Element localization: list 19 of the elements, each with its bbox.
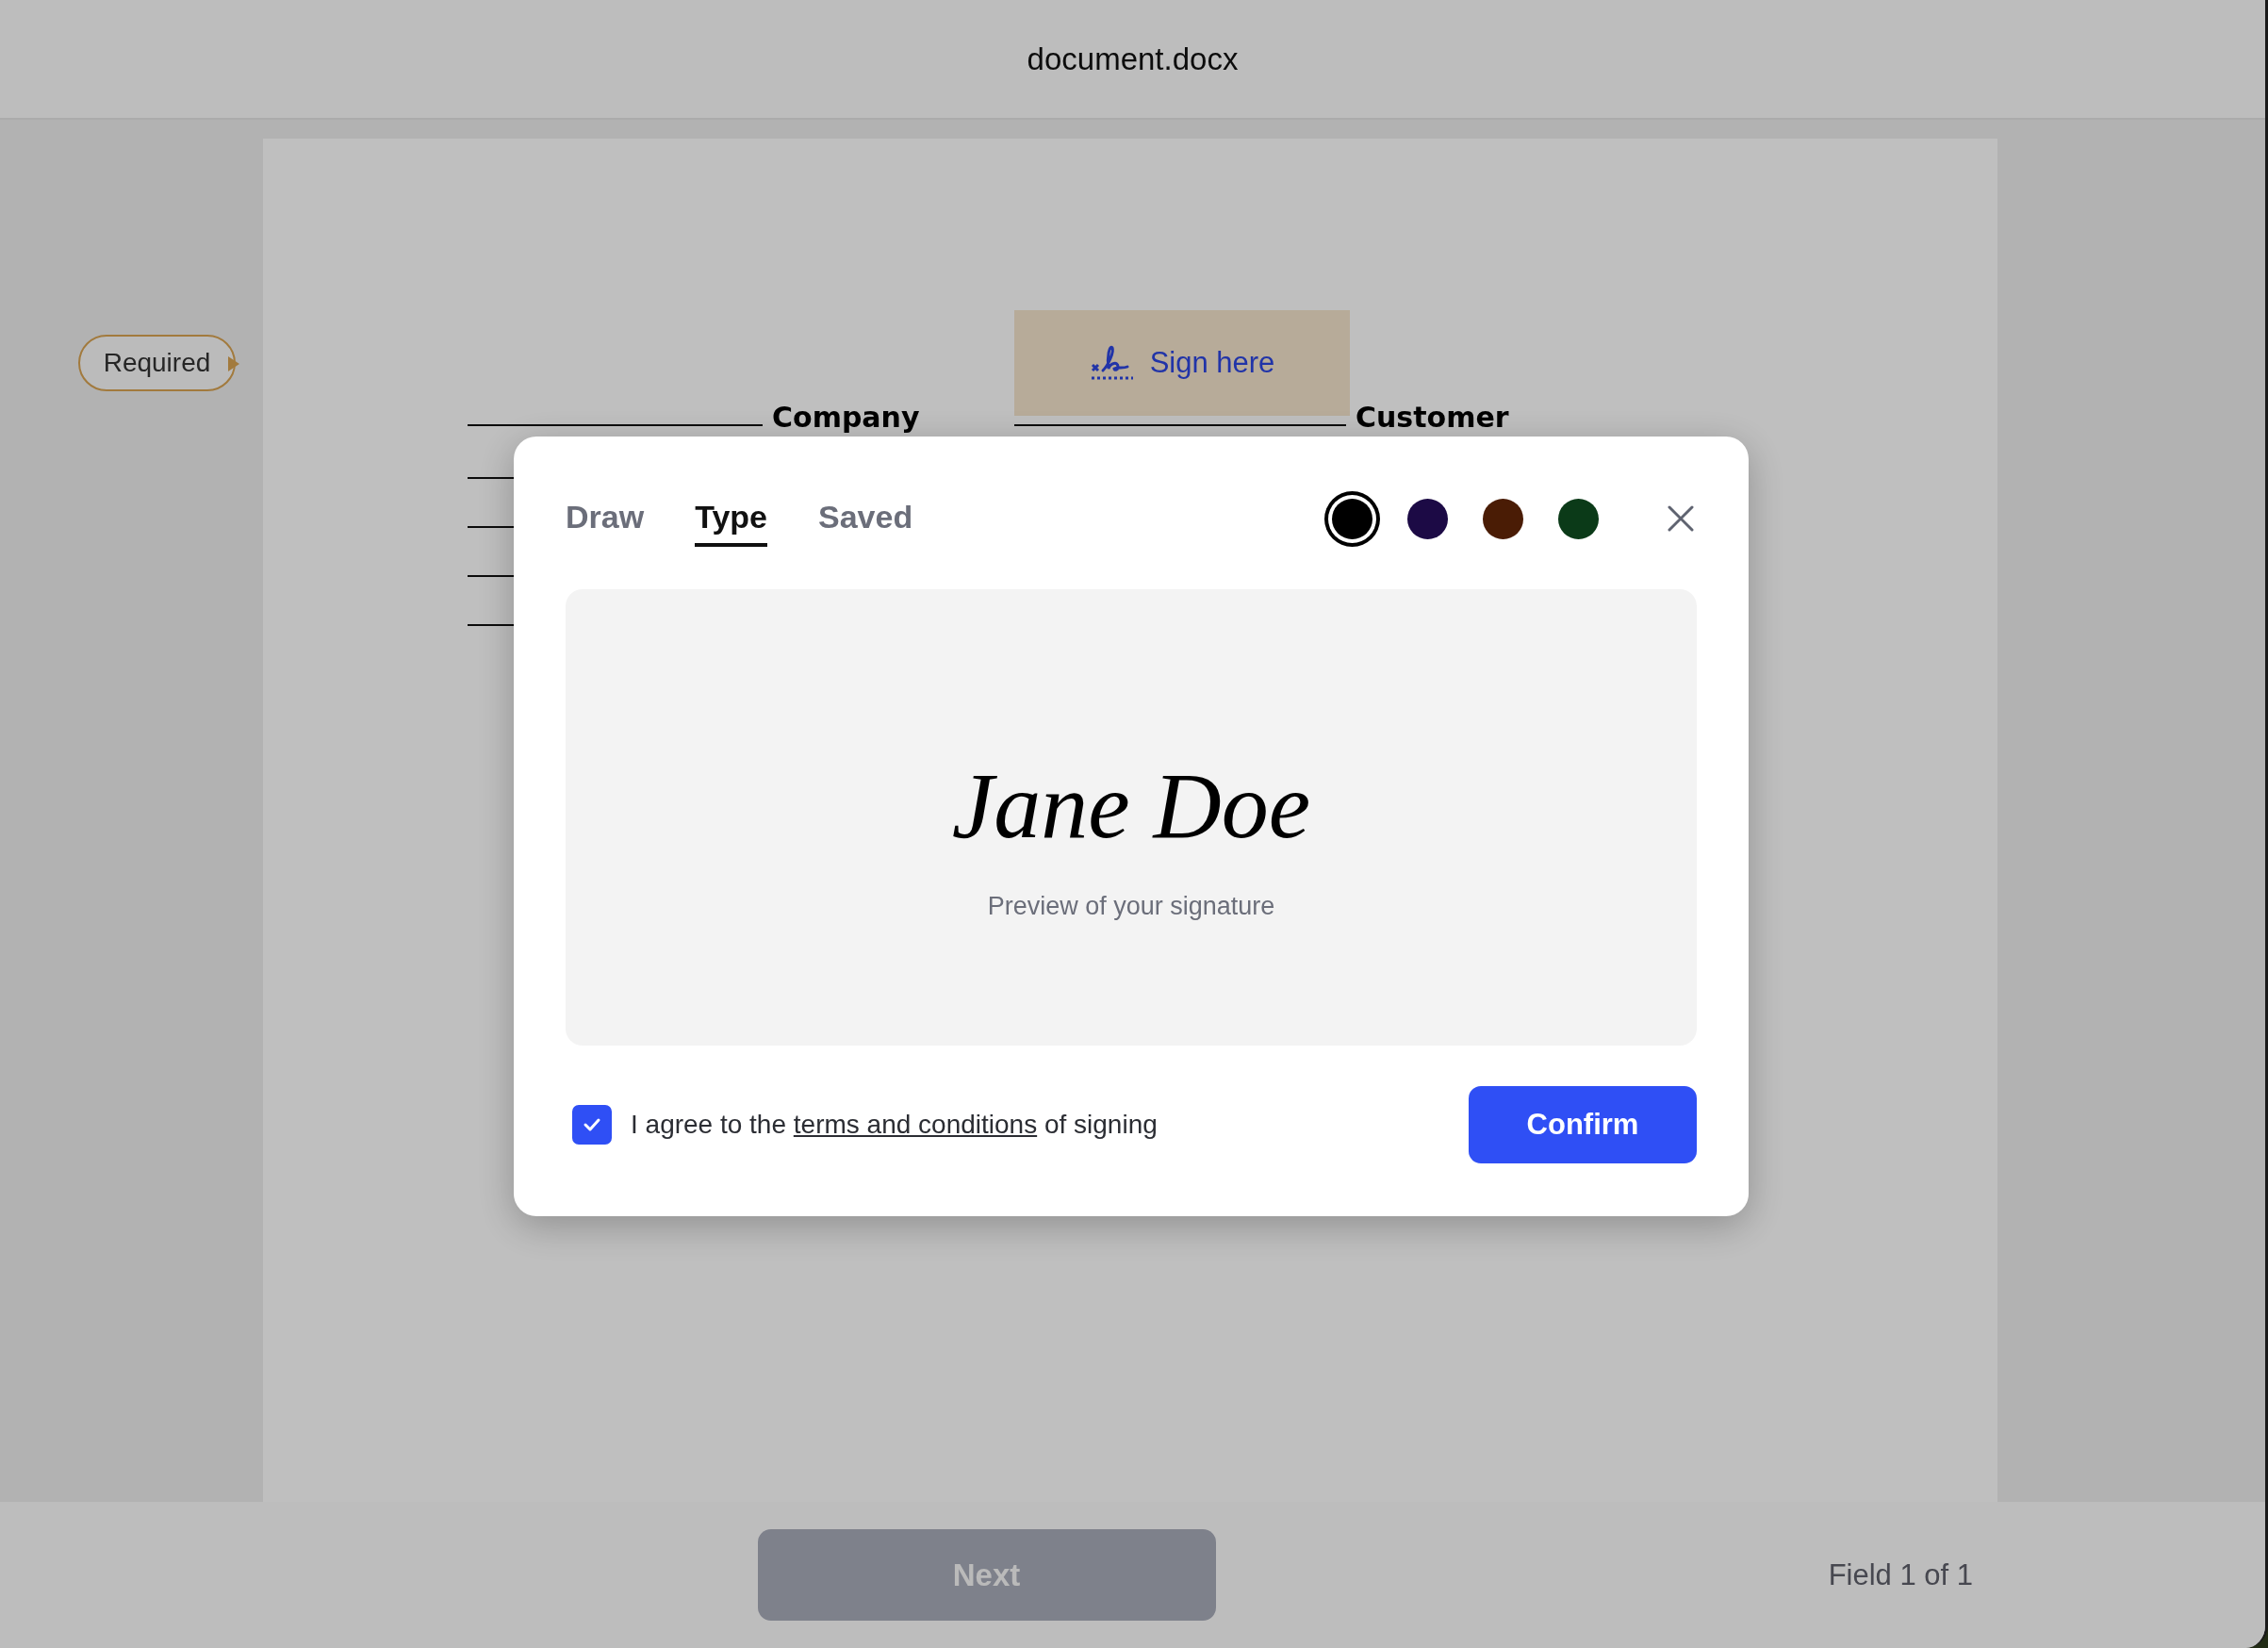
tab[interactable]: Type bbox=[695, 490, 767, 547]
tab[interactable]: Draw bbox=[566, 490, 645, 547]
window-title: document.docx bbox=[1027, 41, 1239, 77]
tab[interactable]: Saved bbox=[818, 490, 913, 547]
terms-link[interactable]: terms and conditions bbox=[793, 1110, 1038, 1139]
signature-label: Company bbox=[772, 404, 920, 432]
field-counter: Field 1 of 1 bbox=[1828, 1557, 1973, 1592]
agreement-text: I agree to the terms and conditions of signing bbox=[631, 1110, 1158, 1140]
sign-here-field[interactable]: Sign here bbox=[1014, 310, 1350, 416]
close-icon bbox=[1667, 504, 1695, 533]
agree-checkbox[interactable] bbox=[572, 1105, 612, 1145]
signature-icon bbox=[1089, 344, 1135, 382]
signature-text: Jane Doe bbox=[951, 752, 1311, 860]
color-swatch[interactable] bbox=[1558, 498, 1599, 539]
color-swatch[interactable] bbox=[1483, 498, 1523, 539]
color-swatch[interactable] bbox=[1407, 498, 1448, 539]
confirm-button[interactable]: Confirm bbox=[1469, 1086, 1697, 1163]
preview-caption: Preview of your signature bbox=[987, 892, 1275, 921]
signature-label: Customer bbox=[1356, 404, 1509, 432]
